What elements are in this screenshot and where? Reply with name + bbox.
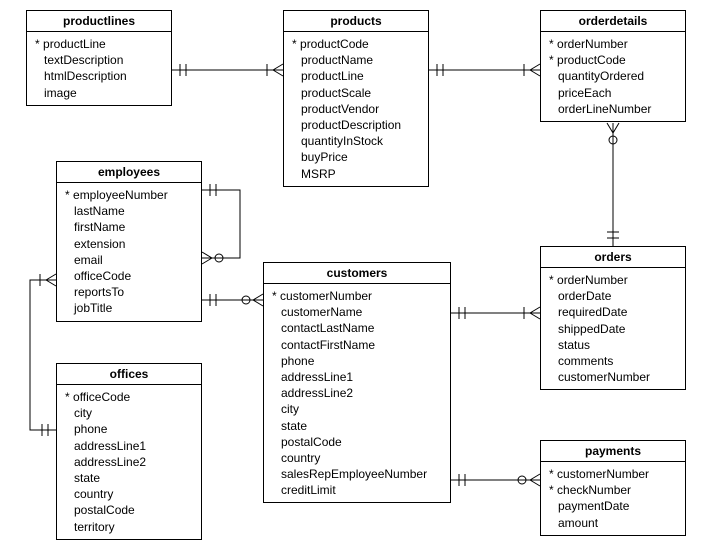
field: buyPrice (292, 149, 420, 165)
field: orderDate (549, 288, 677, 304)
field: country (65, 486, 193, 502)
entity-body: orderNumber productCode quantityOrdered … (541, 32, 685, 121)
field: phone (272, 353, 442, 369)
field: productVendor (292, 101, 420, 117)
entity-title: productlines (27, 11, 171, 32)
field: contactLastName (272, 320, 442, 336)
field: requiredDate (549, 304, 677, 320)
entity-body: productLine textDescription htmlDescript… (27, 32, 171, 105)
field: state (272, 418, 442, 434)
entity-title: payments (541, 441, 685, 462)
entity-orderdetails: orderdetails orderNumber productCode qua… (540, 10, 686, 122)
entity-customers: customers customerNumber customerName co… (263, 262, 451, 503)
entity-payments: payments customerNumber checkNumber paym… (540, 440, 686, 536)
field: productCode (292, 36, 420, 52)
field: officeCode (65, 389, 193, 405)
field: contactFirstName (272, 337, 442, 353)
field: addressLine2 (272, 385, 442, 401)
field: reportsTo (65, 284, 193, 300)
entity-products: products productCode productName product… (283, 10, 429, 187)
field: paymentDate (549, 498, 677, 514)
entity-title: orders (541, 247, 685, 268)
field: shippedDate (549, 321, 677, 337)
field: orderNumber (549, 36, 677, 52)
field: checkNumber (549, 482, 677, 498)
field: customerNumber (549, 369, 677, 385)
field: country (272, 450, 442, 466)
field: productLine (292, 68, 420, 84)
field: salesRepEmployeeNumber (272, 466, 442, 482)
entity-productlines: productlines productLine textDescription… (26, 10, 172, 106)
field: productName (292, 52, 420, 68)
entity-title: offices (57, 364, 201, 385)
entity-body: officeCode city phone addressLine1 addre… (57, 385, 201, 539)
field: customerNumber (549, 466, 677, 482)
field: comments (549, 353, 677, 369)
field: priceEach (549, 85, 677, 101)
entity-offices: offices officeCode city phone addressLin… (56, 363, 202, 540)
field: addressLine2 (65, 454, 193, 470)
field: quantityOrdered (549, 68, 677, 84)
field: productScale (292, 85, 420, 101)
entity-body: customerNumber customerName contactLastN… (264, 284, 450, 502)
field: extension (65, 236, 193, 252)
field: employeeNumber (65, 187, 193, 203)
entity-body: productCode productName productLine prod… (284, 32, 428, 186)
field: email (65, 252, 193, 268)
field: customerName (272, 304, 442, 320)
field: addressLine1 (65, 438, 193, 454)
field: city (272, 401, 442, 417)
field: postalCode (65, 502, 193, 518)
field: MSRP (292, 166, 420, 182)
field: creditLimit (272, 482, 442, 498)
field: jobTitle (65, 300, 193, 316)
field: htmlDescription (35, 68, 163, 84)
entity-title: products (284, 11, 428, 32)
field: image (35, 85, 163, 101)
entity-employees: employees employeeNumber lastName firstN… (56, 161, 202, 322)
field: state (65, 470, 193, 486)
entity-body: customerNumber checkNumber paymentDate a… (541, 462, 685, 535)
field: phone (65, 421, 193, 437)
entity-body: employeeNumber lastName firstName extens… (57, 183, 201, 321)
field: productLine (35, 36, 163, 52)
entity-title: customers (264, 263, 450, 284)
field: city (65, 405, 193, 421)
field: status (549, 337, 677, 353)
entity-title: orderdetails (541, 11, 685, 32)
field: orderLineNumber (549, 101, 677, 117)
field: addressLine1 (272, 369, 442, 385)
entity-orders: orders orderNumber orderDate requiredDat… (540, 246, 686, 390)
field: firstName (65, 219, 193, 235)
entity-title: employees (57, 162, 201, 183)
field: officeCode (65, 268, 193, 284)
field: productDescription (292, 117, 420, 133)
field: territory (65, 519, 193, 535)
entity-body: orderNumber orderDate requiredDate shipp… (541, 268, 685, 389)
field: productCode (549, 52, 677, 68)
field: quantityInStock (292, 133, 420, 149)
field: textDescription (35, 52, 163, 68)
field: customerNumber (272, 288, 442, 304)
field: postalCode (272, 434, 442, 450)
field: lastName (65, 203, 193, 219)
field: amount (549, 515, 677, 531)
field: orderNumber (549, 272, 677, 288)
